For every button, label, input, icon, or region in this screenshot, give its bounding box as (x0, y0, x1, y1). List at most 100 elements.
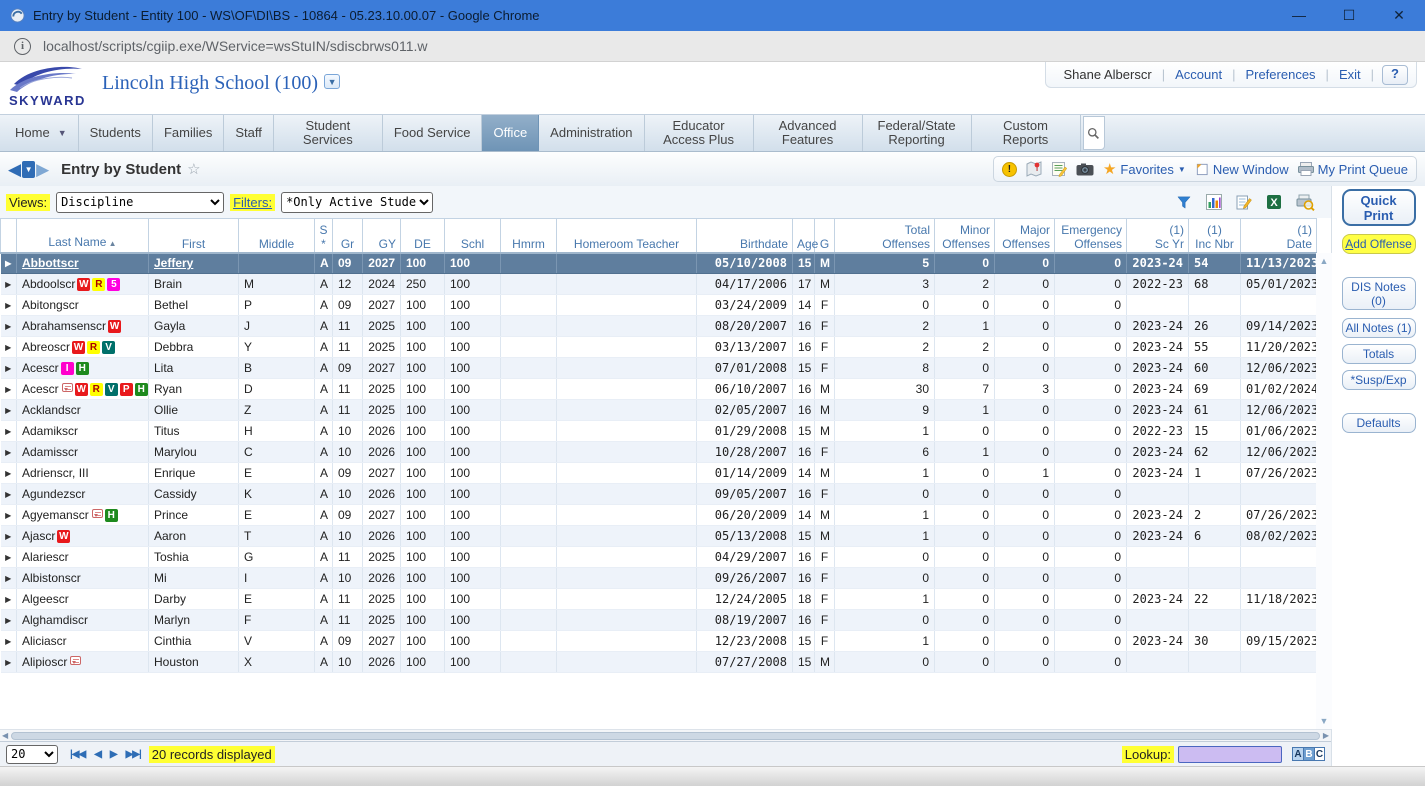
notes-icon[interactable] (1051, 161, 1067, 177)
col-header-de[interactable]: DE (401, 219, 445, 253)
camera-icon[interactable] (1076, 163, 1094, 176)
home-dropdown-icon[interactable]: ▼ (58, 128, 67, 138)
student-name-link[interactable]: Agundezscr (22, 487, 85, 501)
page-size-select[interactable]: 20 (6, 745, 58, 764)
close-button[interactable]: ✕ (1391, 7, 1407, 24)
forward-button[interactable]: ▶ (36, 161, 49, 178)
nav-tab-federal-state-reporting[interactable]: Federal/State Reporting (863, 115, 972, 151)
col-header-hmrm[interactable]: Hmrm (501, 219, 557, 253)
col-header-middle[interactable]: Middle (239, 219, 315, 253)
student-name-link[interactable]: Acklandscr (22, 403, 81, 417)
row-expander[interactable]: ▶ (1, 505, 17, 526)
add-offense-button[interactable]: Add Offense (1342, 234, 1416, 254)
table-row[interactable]: ▶AdamikscrTitusHA10202610010001/29/20081… (1, 421, 1317, 442)
student-name-link[interactable]: Abreoscr (22, 340, 70, 354)
scroll-right-icon[interactable]: ▶ (1323, 732, 1329, 740)
student-name-link[interactable]: Acescr (22, 382, 59, 396)
row-expander[interactable]: ▶ (1, 568, 17, 589)
nav-tab-educator-access-plus[interactable]: Educator Access Plus (645, 115, 754, 151)
nav-tab-administration[interactable]: Administration (539, 115, 644, 151)
student-name-link[interactable]: Abdoolscr (22, 277, 75, 291)
col-header-teacher[interactable]: Homeroom Teacher (557, 219, 697, 253)
views-select[interactable]: Discipline (56, 192, 224, 213)
prev-page-button[interactable]: ◀ (94, 749, 101, 760)
favorite-star-icon[interactable]: ☆ (187, 160, 200, 178)
table-row[interactable]: ▶AlbistonscrMiIA10202610010009/26/200716… (1, 568, 1317, 589)
preferences-link[interactable]: Preferences (1245, 67, 1315, 82)
row-expander[interactable]: ▶ (1, 484, 17, 505)
student-name-link[interactable]: Adamisscr (22, 445, 78, 459)
row-expander[interactable]: ▶ (1, 652, 17, 673)
table-row[interactable]: ▶AlgeescrDarbyEA11202510010012/24/200518… (1, 589, 1317, 610)
table-row[interactable]: ▶AliciascrCinthiaVA09202710010012/23/200… (1, 631, 1317, 652)
row-expander[interactable]: ▶ (1, 379, 17, 400)
history-dropdown[interactable]: ▼ (22, 161, 35, 178)
nav-tab-office[interactable]: Office (482, 115, 539, 151)
table-row[interactable]: ▶AbitongscrBethelPA09202710010003/24/200… (1, 295, 1317, 316)
table-row[interactable]: ▶AbbottscrJefferyA09202710010005/10/2008… (1, 253, 1317, 274)
lookup-input[interactable] (1178, 746, 1282, 763)
alert-icon[interactable]: ! (1002, 162, 1017, 177)
table-row[interactable]: ▶AgyemanscrHPrinceEA09202710010006/20/20… (1, 505, 1317, 526)
nav-tab-students[interactable]: Students (79, 115, 153, 151)
exit-link[interactable]: Exit (1339, 67, 1361, 82)
col-header-major[interactable]: MajorOffenses (995, 219, 1055, 253)
first-page-button[interactable]: |◀◀ (70, 749, 85, 760)
student-name-link[interactable]: Agyemanscr (22, 508, 89, 522)
horizontal-scrollbar[interactable]: ◀ ▶ (0, 729, 1331, 741)
student-name-link[interactable]: Adamikscr (22, 424, 78, 438)
next-page-button[interactable]: ▶ (110, 749, 117, 760)
table-row[interactable]: ▶AlghamdiscrMarlynFA11202510010008/19/20… (1, 610, 1317, 631)
favorites-menu[interactable]: ★Favorites▼ (1103, 160, 1186, 178)
print-preview-icon[interactable] (1296, 194, 1315, 211)
susp-exp-button[interactable]: *Susp/Exp (1342, 370, 1416, 390)
nav-tab-staff[interactable]: Staff (224, 115, 274, 151)
row-expander[interactable]: ▶ (1, 337, 17, 358)
excel-export-icon[interactable]: X (1266, 194, 1282, 210)
entity-dropdown[interactable]: ▼ (324, 74, 340, 89)
table-row[interactable]: ▶AjascrWAaronTA10202610010005/13/200815M… (1, 526, 1317, 547)
account-link[interactable]: Account (1175, 67, 1222, 82)
table-row[interactable]: ▶AlariescrToshiaGA11202510010004/29/2007… (1, 547, 1317, 568)
minimize-button[interactable]: — (1291, 7, 1307, 24)
col-header-first[interactable]: First (149, 219, 239, 253)
col-header-last[interactable]: Last Name ▲ (17, 219, 149, 253)
nav-tab-home[interactable]: Home▼ (4, 115, 79, 151)
student-name-link[interactable]: Alghamdiscr (22, 613, 88, 627)
defaults-button[interactable]: Defaults (1342, 413, 1416, 433)
nav-tab-advanced-features[interactable]: Advanced Features (754, 115, 863, 151)
student-name-link[interactable]: Aliciascr (22, 634, 67, 648)
table-row[interactable]: ▶AdamisscrMarylouCA10202610010010/28/200… (1, 442, 1317, 463)
student-name-link[interactable]: Alariescr (22, 550, 69, 564)
table-row[interactable]: ▶AlipioscrHoustonXA10202610010007/27/200… (1, 652, 1317, 673)
row-expander[interactable]: ▶ (1, 358, 17, 379)
student-name-link[interactable]: Abitongscr (22, 298, 79, 312)
student-name-link[interactable]: Albistonscr (22, 571, 81, 585)
filters-label[interactable]: Filters: (230, 194, 275, 211)
print-queue-link[interactable]: My Print Queue (1298, 162, 1408, 177)
row-expander[interactable]: ▶ (1, 274, 17, 295)
table-row[interactable]: ▶AbdoolscrWR5BrainMA12202425010004/17/20… (1, 274, 1317, 295)
table-row[interactable]: ▶AcklandscrOllieZA11202510010002/05/2007… (1, 400, 1317, 421)
col-header-gy[interactable]: GY (363, 219, 401, 253)
student-name-link[interactable]: Abbottscr (22, 256, 79, 270)
row-expander[interactable]: ▶ (1, 442, 17, 463)
address-bar[interactable]: i localhost/scripts/cgiip.exe/WService=w… (0, 31, 1425, 62)
row-expander[interactable]: ▶ (1, 463, 17, 484)
row-expander[interactable]: ▶ (1, 295, 17, 316)
vertical-scrollbar[interactable]: ▲ ▼ (1316, 253, 1332, 729)
student-name-link[interactable]: Acescr (22, 361, 59, 375)
table-row[interactable]: ▶AgundezscrCassidyKA10202610010009/05/20… (1, 484, 1317, 505)
scroll-down-icon[interactable]: ▼ (1320, 716, 1329, 726)
scroll-up-icon[interactable]: ▲ (1320, 256, 1329, 266)
scroll-left-icon[interactable]: ◀ (2, 732, 8, 740)
table-row[interactable]: ▶AcescrIHLitaBA09202710010007/01/200815F… (1, 358, 1317, 379)
row-expander[interactable]: ▶ (1, 316, 17, 337)
table-row[interactable]: ▶AcescrWRVPHRyanDA11202510010006/10/2007… (1, 379, 1317, 400)
nav-tab-custom-reports[interactable]: Custom Reports (972, 115, 1081, 151)
all-notes-button[interactable]: All Notes (1) (1342, 318, 1416, 338)
search-button[interactable] (1083, 116, 1105, 150)
chart-icon[interactable] (1206, 194, 1222, 210)
maximize-button[interactable]: ☐ (1341, 7, 1357, 24)
hscroll-thumb[interactable] (11, 732, 1320, 740)
